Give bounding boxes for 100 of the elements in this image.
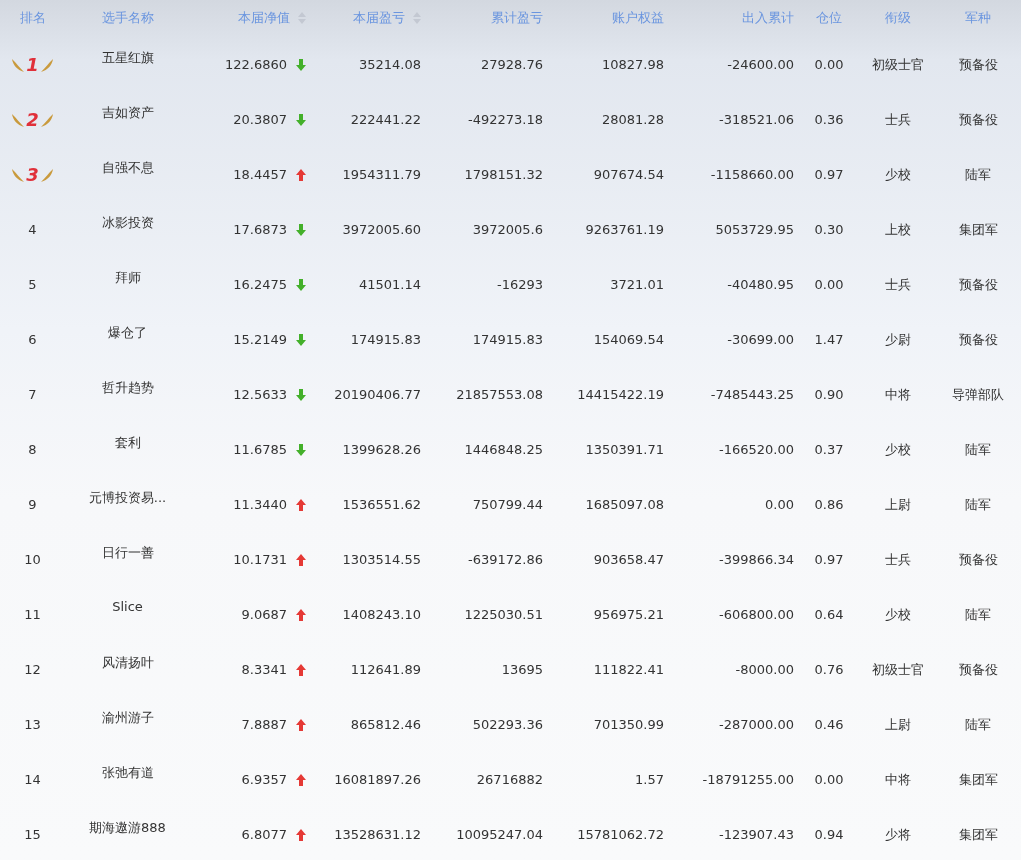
column-header: 军种 (965, 8, 991, 27)
table-cell: 0.97 (814, 552, 844, 567)
table-cell: 27928.76 (480, 57, 543, 72)
table-cell: 1399628.26 (342, 442, 421, 457)
table-cell: 16081897.26 (334, 772, 421, 787)
table-cell: -7485443.25 (710, 387, 794, 402)
table-cell: 0.76 (814, 662, 844, 677)
rank-number: 9 (28, 497, 37, 512)
table-cell: -399866.34 (719, 552, 794, 567)
table-cell: 14415422.19 (577, 387, 664, 402)
table-cell: 0.36 (814, 112, 844, 127)
player-name[interactable]: 日行一善 (101, 544, 154, 562)
table-cell: 0.94 (814, 827, 844, 842)
up-arrow-icon (296, 828, 306, 841)
table-cell: 集团军 (958, 825, 998, 844)
table-cell: -606800.00 (719, 607, 794, 622)
table-cell: 集团军 (958, 220, 998, 239)
rank-number: 1 (26, 54, 39, 75)
column-header: 累计盈亏 (491, 8, 543, 27)
player-name[interactable]: 冰影投资 (101, 214, 154, 232)
table-cell: 陆军 (965, 715, 991, 734)
rank-number: 13 (24, 717, 41, 732)
up-arrow-icon (296, 498, 306, 511)
player-name[interactable]: 自强不息 (101, 159, 154, 177)
table-cell: 上校 (884, 220, 911, 239)
table-cell: -24600.00 (727, 57, 794, 72)
table-cell: 1.47 (814, 332, 844, 347)
rank-number: 2 (26, 109, 39, 130)
net-value: 8.3341 (241, 662, 287, 677)
table-cell: 1.57 (635, 772, 664, 787)
rank-number: 8 (28, 442, 37, 457)
table-cell: 士兵 (884, 110, 911, 129)
table-cell: 陆军 (965, 605, 991, 624)
table-cell: 1446848.25 (464, 442, 543, 457)
down-arrow-icon (296, 443, 306, 456)
net-value: 10.1731 (233, 552, 287, 567)
player-name[interactable]: Slice (112, 599, 143, 614)
table-cell: 中将 (884, 770, 911, 789)
table-cell: 13528631.12 (334, 827, 421, 842)
rank-number: 5 (28, 277, 37, 292)
net-value: 11.6785 (233, 442, 287, 457)
table-cell: -16293 (496, 277, 543, 292)
table-cell: 154069.54 (593, 332, 664, 347)
table-cell: 上尉 (884, 715, 911, 734)
table-cell: 0.97 (814, 167, 844, 182)
table-cell: 少校 (884, 440, 911, 459)
table-cell: -8000.00 (735, 662, 794, 677)
player-name[interactable]: 风清扬叶 (101, 654, 154, 672)
column-header: 选手名称 (101, 8, 154, 27)
table-cell: 701350.99 (593, 717, 664, 732)
net-value: 6.8077 (241, 827, 287, 842)
table-cell: 少校 (884, 605, 911, 624)
rank-number: 12 (24, 662, 41, 677)
player-name[interactable]: 吉如资产 (101, 104, 154, 122)
table-cell: 预备役 (958, 660, 998, 679)
table-cell: 3721.01 (610, 277, 664, 292)
player-name[interactable]: 五星红旗 (101, 49, 154, 67)
table-cell: 初级士官 (871, 660, 924, 679)
column-header: 账户权益 (612, 8, 664, 27)
table-cell: 陆军 (965, 495, 991, 514)
table-cell: 1225030.51 (464, 607, 543, 622)
player-name[interactable]: 哲升趋势 (101, 379, 154, 397)
player-name[interactable]: 套利 (114, 434, 141, 452)
table-cell: 15781062.72 (577, 827, 664, 842)
column-header: 出入累计 (742, 8, 794, 27)
column-header: 衔级 (884, 8, 911, 27)
player-name[interactable]: 拜师 (114, 269, 141, 287)
table-cell: 1303514.55 (342, 552, 421, 567)
table-cell: 0.90 (814, 387, 844, 402)
table-cell: 865812.46 (350, 717, 421, 732)
player-name[interactable]: 元博投资易... (88, 489, 167, 507)
table-cell: 907674.54 (593, 167, 664, 182)
table-cell: 0.00 (814, 772, 844, 787)
column-header: 仓位 (816, 8, 842, 27)
table-cell: 20190406.77 (334, 387, 421, 402)
table-cell: 174915.83 (472, 332, 543, 347)
table-cell: -18791255.00 (702, 772, 794, 787)
table-cell: 上尉 (884, 495, 911, 514)
player-name[interactable]: 期海遨游888 (89, 819, 166, 837)
table-cell: 903658.47 (593, 552, 664, 567)
rank-number: 15 (24, 827, 41, 842)
net-value: 11.3440 (233, 497, 287, 512)
table-cell: 222441.22 (350, 112, 421, 127)
player-name[interactable]: 张弛有道 (101, 764, 154, 782)
table-cell: 0.30 (814, 222, 844, 237)
table-cell: 13695 (501, 662, 543, 677)
table-cell: 0.64 (814, 607, 844, 622)
table-cell: 5053729.95 (715, 222, 794, 237)
player-name[interactable]: 渝州游子 (101, 709, 154, 727)
player-name[interactable]: 爆仓了 (108, 324, 147, 342)
table-cell: 0.00 (814, 57, 844, 72)
table-cell: 0.00 (765, 497, 794, 512)
down-arrow-icon (296, 278, 306, 291)
rank-number: 7 (28, 387, 37, 402)
table-cell: 502293.36 (472, 717, 543, 732)
table-cell: 956975.21 (593, 607, 664, 622)
table-cell: 1798151.32 (464, 167, 543, 182)
table-cell: 0.46 (814, 717, 844, 732)
table-cell: 预备役 (958, 55, 998, 74)
table-cell: 1954311.79 (342, 167, 421, 182)
